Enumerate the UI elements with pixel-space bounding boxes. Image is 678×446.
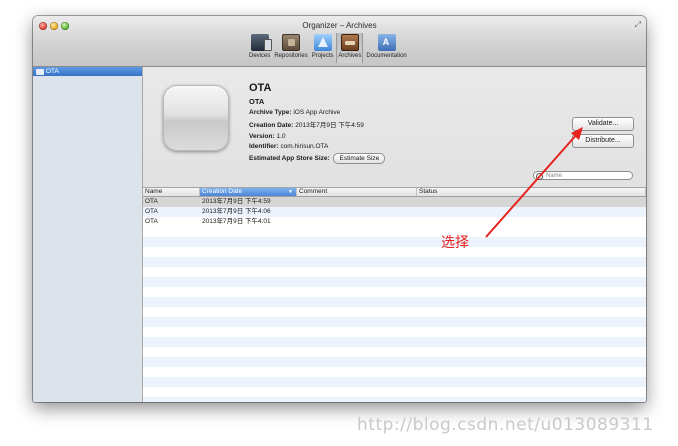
documentation-icon — [377, 34, 396, 51]
table-row[interactable]: OTA 2013年7月9日 下午4:01 — [143, 217, 646, 227]
column-header-name[interactable]: Name — [143, 188, 200, 196]
watermark-text: http://blog.csdn.net/u013089311 — [357, 415, 654, 435]
column-header-label: Creation Date — [202, 188, 243, 195]
archive-detail-panel: OTA OTA Archive Type: iOS App Archive Cr… — [143, 67, 646, 188]
search-placeholder: Name — [546, 173, 563, 179]
cell-comment — [297, 207, 417, 217]
sidebar-item-ota[interactable]: OTA — [33, 67, 142, 76]
archives-icon — [340, 34, 359, 51]
toolbar-documentation[interactable]: Documentation — [365, 33, 407, 63]
archives-table: Name Creation Date ▼ Comment Status OTA … — [143, 188, 646, 402]
cell-status — [417, 217, 646, 227]
creation-date-value: 2013年7月9日 下午4:59 — [295, 122, 364, 130]
toolbar-label: Documentation — [366, 53, 407, 59]
column-header-creation-date[interactable]: Creation Date ▼ — [200, 188, 297, 196]
archive-type-label: Archive Type: — [249, 109, 292, 116]
cell-comment — [297, 197, 417, 207]
toolbar-devices[interactable]: Devices — [248, 33, 272, 63]
toolbar-label: Repositories — [274, 53, 308, 59]
column-header-status[interactable]: Status — [417, 188, 646, 196]
validate-button[interactable]: Validate... — [572, 117, 634, 131]
creation-date-row: Creation Date: 2013年7月9日 下午4:59 — [249, 119, 385, 129]
toolbar-label: Archives — [338, 53, 362, 59]
cell-status — [417, 197, 646, 207]
search-input[interactable]: Name — [533, 171, 633, 180]
version-label: Version: — [249, 132, 275, 140]
toolbar-label: Devices — [249, 53, 271, 59]
estimate-size-button[interactable]: Estimate Size — [333, 153, 386, 165]
table-background — [143, 227, 646, 402]
fullscreen-icon[interactable]: ⤢ — [635, 20, 641, 30]
toolbar-archives[interactable]: Archives — [336, 33, 364, 63]
cell-date: 2013年7月9日 下午4:59 — [202, 198, 271, 205]
toolbar-projects[interactable]: Projects — [311, 33, 335, 63]
cell-comment — [297, 217, 417, 227]
store-size-label: Estimated App Store Size: — [249, 155, 330, 163]
repositories-icon — [282, 34, 301, 51]
search-icon — [536, 173, 543, 180]
cell-date: 2013年7月9日 下午4:06 — [202, 208, 271, 215]
projects-icon — [313, 34, 332, 51]
app-icon-large — [163, 85, 229, 151]
table-row[interactable]: OTA 2013年7月9日 下午4:06 — [143, 207, 646, 217]
organizer-window: Organizer – Archives ⤢ Devices Repositor… — [33, 16, 646, 402]
archive-title: OTA — [249, 82, 272, 94]
toolbar-repositories[interactable]: Repositories — [273, 33, 308, 63]
identifier-row: Identifier: com.hirisun.OTA — [249, 143, 385, 150]
toolbar-label: Projects — [311, 53, 334, 59]
identifier-value: com.hirisun.OTA — [280, 142, 329, 150]
sort-descending-icon: ▼ — [288, 189, 293, 195]
archive-info: OTA OTA Archive Type: iOS App Archive Cr… — [249, 82, 386, 167]
table-rows: OTA 2013年7月9日 下午4:59 OTA 2013年7月9日 下午4:0… — [143, 197, 646, 227]
identifier-label: Identifier: — [249, 142, 279, 150]
cell-name: OTA — [145, 218, 158, 225]
app-icon — [36, 68, 44, 75]
column-header-comment[interactable]: Comment — [297, 188, 417, 196]
devices-icon — [250, 34, 272, 51]
creation-date-label: Creation Date: — [249, 122, 294, 130]
cell-status — [417, 207, 646, 217]
version-value: 1.0 — [276, 132, 286, 140]
cell-name: OTA — [145, 198, 158, 205]
sidebar-item-label: OTA — [46, 68, 59, 75]
table-row[interactable]: OTA 2013年7月9日 下午4:59 — [143, 197, 646, 207]
cell-date: 2013年7月9日 下午4:01 — [202, 218, 271, 225]
version-row: Version: 1.0 — [249, 133, 385, 140]
toolbar: Devices Repositories Projects Archives D… — [248, 33, 408, 63]
cell-name: OTA — [145, 208, 158, 215]
distribute-button[interactable]: Distribute... — [572, 134, 634, 148]
sidebar: OTA — [33, 67, 143, 402]
store-size-row: Estimated App Store Size: Estimate Size — [249, 153, 386, 165]
archive-subtitle: OTA — [249, 97, 265, 106]
table-header: Name Creation Date ▼ Comment Status — [143, 188, 646, 197]
window-title: Organizer – Archives — [302, 21, 377, 30]
archive-type-row: Archive Type: iOS App Archive — [249, 109, 385, 116]
archive-type-value: iOS App Archive — [293, 109, 341, 116]
title-bar: Organizer – Archives ⤢ Devices Repositor… — [33, 16, 646, 67]
